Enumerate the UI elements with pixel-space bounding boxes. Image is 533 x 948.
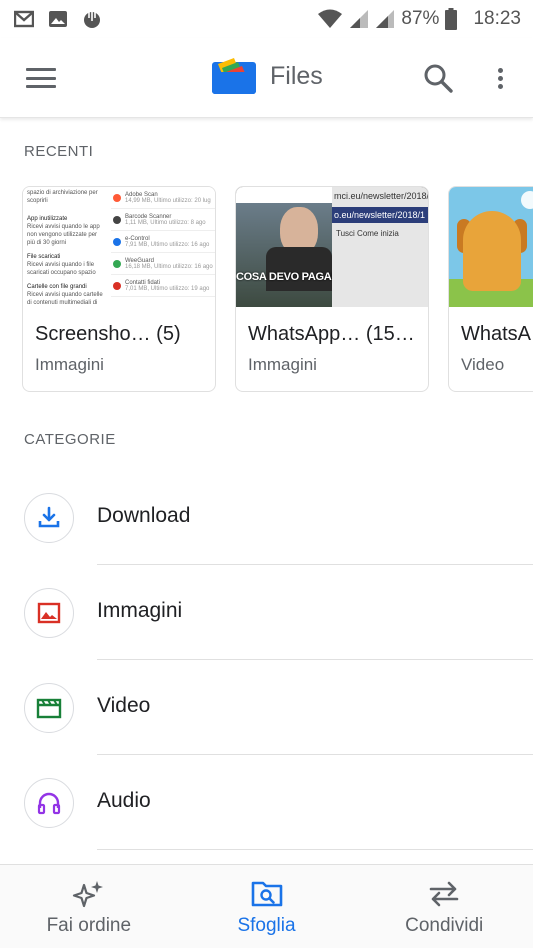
more-vert-icon-dot — [497, 75, 503, 81]
thumb-text: 7,01 MB, Ultimo utilizzo: 19 ago — [125, 285, 210, 292]
recent-section-label: RECENTI — [24, 143, 94, 160]
app-dot-icon — [113, 193, 121, 202]
recent-card-screenshots[interactable]: spazio di archiviazione per scoprirli Ap… — [22, 186, 216, 392]
thumb-text: Cartelle con file grandi — [27, 284, 87, 290]
thumb-text: Ricevi avvisi quando le app non vengono … — [27, 224, 100, 246]
menu-icon-line — [26, 68, 56, 71]
screenshot-thumb-right: Adobe Scan 14,99 MB, Ultimo utilizzo: 20 … — [111, 187, 215, 307]
app-dot-icon — [113, 281, 121, 290]
divider — [97, 849, 533, 850]
whatsapp-images-thumbnail: COSA DEVO PAGARE mci.eu/newsletter/2018/… — [236, 187, 428, 307]
thumb-text: 14,99 MB, Ultimo utilizzo: 20 lug — [125, 197, 211, 204]
signal-icon-2 — [376, 10, 395, 28]
recent-card-subtitle: Immagini — [35, 355, 104, 374]
headphones-icon — [24, 778, 74, 828]
recent-card-title: WhatsA — [461, 323, 532, 345]
menu-icon-line — [26, 76, 56, 80]
gmail-icon — [14, 10, 34, 28]
thumb-dog — [463, 211, 521, 291]
thumb-url: o.eu/newsletter/2018/1 — [334, 210, 426, 220]
recent-card-title: Screensho… (5) — [35, 323, 181, 345]
thumb-app-row: Adobe Scan 14,99 MB, Ultimo utilizzo: 20 … — [111, 187, 215, 209]
battery-percent: 87% — [401, 8, 440, 29]
image-icon — [24, 588, 74, 638]
thumb-app-row: WeeGuard 16,18 MB, Ultimo utilizzo: 16 ag… — [111, 253, 215, 275]
category-download[interactable]: Download — [0, 470, 533, 565]
thumb-person-body — [266, 247, 332, 291]
clock: 18:23 — [473, 8, 521, 29]
thumb-app-row: Barcode Scanner 1,11 MB, Ultimo utilizzo:… — [111, 209, 215, 231]
category-audio[interactable]: Audio — [0, 755, 533, 850]
screenshot-thumb-left: spazio di archiviazione per scoprirli Ap… — [23, 187, 109, 307]
nav-label: Condividi — [405, 915, 484, 936]
bottom-navigation: Fai ordine Sfoglia Condividi — [0, 864, 533, 948]
whatsapp-video-thumbnail — [449, 187, 533, 307]
recent-card-subtitle: Immagini — [248, 355, 317, 374]
sparkle-icon — [72, 881, 103, 908]
thumb-app-row: Contatti fidati 7,01 MB, Ultimo utilizzo:… — [111, 275, 215, 297]
thumb-text: Ricevi avvisi quando i file scaricati oc… — [27, 262, 96, 276]
nav-label: Sfoglia — [237, 915, 296, 936]
category-label: Immagini — [97, 599, 183, 622]
signal-icon — [350, 10, 369, 28]
recent-card-whatsapp-images[interactable]: COSA DEVO PAGARE mci.eu/newsletter/2018/… — [235, 186, 429, 392]
play-icon — [521, 191, 533, 209]
nav-label: Fai ordine — [46, 915, 132, 936]
screenshot-thumbnail: spazio di archiviazione per scoprirli Ap… — [23, 187, 215, 307]
thumb-page-text: Tusci Come inizia — [336, 229, 399, 238]
menu-icon-line — [26, 85, 56, 88]
app-dot-icon — [113, 237, 121, 246]
recent-carousel[interactable]: spazio di archiviazione per scoprirli Ap… — [22, 186, 533, 392]
video-icon — [24, 683, 74, 733]
thumb-tweet-header — [236, 187, 332, 203]
thumb-url: mci.eu/newsletter/2018/ — [334, 191, 428, 201]
system-status: 87% 18:23 — [317, 8, 521, 30]
category-label: Audio — [97, 789, 151, 812]
notification-icons — [14, 9, 102, 29]
thumb-text: File scaricati — [27, 254, 61, 260]
gallery-icon — [49, 11, 67, 27]
app-brand: Files — [212, 58, 323, 94]
wifi-icon — [318, 9, 343, 28]
status-bar: 87% 18:23 — [0, 0, 533, 38]
files-logo-icon — [212, 58, 256, 94]
app-dot-icon — [113, 215, 121, 224]
thumb-text: 16,18 MB, Ultimo utilizzo: 16 ago — [125, 263, 213, 270]
swap-arrows-icon — [429, 881, 459, 907]
app-bar: Files — [0, 38, 533, 118]
thumb-text: 7,91 MB, Ultimo utilizzo: 16 ago — [125, 241, 210, 248]
thumb-text: Ricevi avvisi quando cartelle di contenu… — [27, 292, 103, 306]
more-vert-icon-dot — [497, 83, 503, 89]
thumb-caption: COSA DEVO PAGARE — [236, 271, 347, 283]
recent-card-title: WhatsApp… (15… — [248, 323, 415, 345]
nav-fai-ordine[interactable]: Fai ordine — [0, 865, 178, 948]
app-title: Files — [270, 61, 323, 90]
search-icon[interactable] — [422, 62, 454, 94]
app-dot-icon — [113, 259, 121, 268]
category-images[interactable]: Immagini — [0, 565, 533, 660]
download-icon — [24, 493, 74, 543]
thumb-app-row: e-Control 7,91 MB, Ultimo utilizzo: 16 ag… — [111, 231, 215, 253]
thumb-text: App inutilizzate — [27, 216, 68, 222]
app-icon — [84, 10, 100, 28]
more-vert-icon-dot — [497, 67, 503, 73]
thumb-text: spazio di archiviazione per scoprirli — [27, 190, 98, 204]
thumb-text: 1,11 MB, Ultimo utilizzo: 8 ago — [125, 219, 206, 226]
browse-folder-icon — [251, 881, 282, 907]
nav-condividi[interactable]: Condividi — [355, 865, 533, 948]
category-label: Download — [97, 504, 191, 527]
category-video[interactable]: Video — [0, 660, 533, 755]
recent-card-whatsapp-video[interactable]: WhatsA Video — [448, 186, 533, 392]
more-options-button[interactable] — [490, 62, 510, 94]
thumb-browser — [332, 187, 428, 307]
category-label: Video — [97, 694, 151, 717]
battery-icon — [445, 8, 458, 30]
categories-section-label: CATEGORIE — [24, 431, 116, 448]
menu-button[interactable] — [26, 65, 56, 91]
nav-sfoglia[interactable]: Sfoglia — [178, 865, 356, 948]
recent-card-subtitle: Video — [461, 355, 505, 374]
